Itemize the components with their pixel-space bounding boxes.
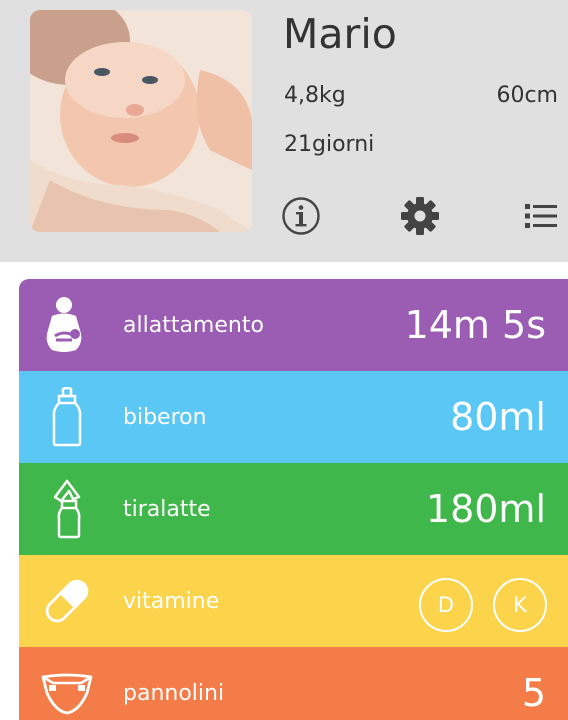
breast-pump-icon — [37, 479, 97, 539]
activity-row-pannolini[interactable]: pannolini 5 — [19, 647, 568, 720]
baby-height: 60cm — [496, 83, 558, 108]
gear-icon — [401, 197, 439, 235]
baby-weight: 4,8kg — [284, 83, 346, 108]
list-icon — [525, 204, 557, 228]
vitamin-d-button[interactable]: D — [419, 578, 473, 632]
activity-value: 14m 5s — [404, 303, 546, 347]
activity-label: vitamine — [123, 588, 220, 614]
baby-name: Mario — [283, 10, 397, 58]
activity-value: 180ml — [425, 487, 546, 531]
activity-label: allattamento — [123, 312, 264, 338]
profile-header: Mario 4,8kg 60cm 21giorni — [0, 0, 568, 262]
activity-row-biberon[interactable]: biberon 80ml — [19, 371, 568, 463]
list-button[interactable] — [519, 194, 563, 238]
activity-row-allattamento[interactable]: allattamento 14m 5s — [19, 279, 568, 371]
activity-label: biberon — [123, 404, 207, 430]
info-button[interactable] — [279, 194, 323, 238]
baby-bottle-icon — [37, 387, 97, 447]
activity-value: 5 — [521, 671, 546, 715]
activity-value: 80ml — [450, 395, 546, 439]
activity-label: pannolini — [123, 680, 225, 706]
diaper-icon — [37, 663, 97, 720]
vitamin-k-button[interactable]: K — [493, 578, 547, 632]
activity-row-vitamine[interactable]: vitamine D K — [19, 555, 568, 647]
settings-button[interactable] — [398, 194, 442, 238]
activity-label: tiralatte — [123, 496, 211, 522]
baby-age: 21giorni — [284, 132, 375, 157]
baby-photo[interactable] — [30, 10, 252, 232]
activity-list: allattamento 14m 5s biberon 80ml tiralat… — [19, 279, 568, 720]
activity-row-tiralatte[interactable]: tiralatte 180ml — [19, 463, 568, 555]
info-icon — [282, 197, 320, 235]
pill-icon — [37, 571, 97, 631]
breastfeeding-icon — [37, 295, 97, 355]
